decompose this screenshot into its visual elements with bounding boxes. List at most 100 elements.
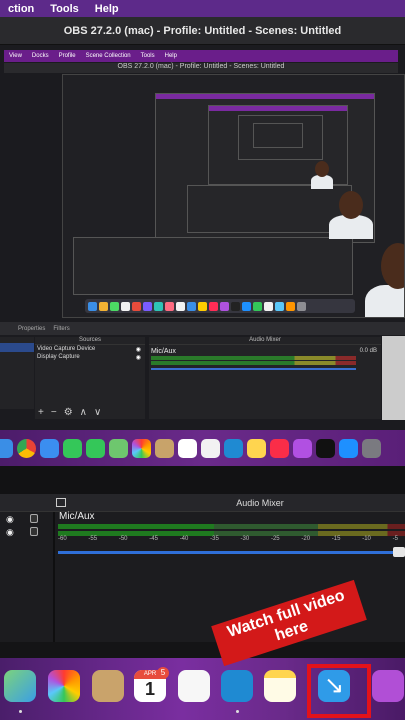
calendar-icon[interactable]: APR 1 5 — [134, 667, 169, 702]
photos-icon[interactable] — [132, 438, 151, 458]
menu-item-help[interactable]: Help — [87, 3, 127, 15]
source-settings-icon[interactable]: ⚙ — [64, 407, 73, 418]
inner-menu-profile[interactable]: Profile — [54, 53, 81, 59]
meter-scale: -60 -55 -50 -45 -40 -35 -30 -25 -20 -15 … — [58, 536, 398, 542]
reminders-icon[interactable] — [178, 670, 210, 702]
source-label: Video Capture Device — [37, 346, 96, 352]
facetime-icon[interactable] — [63, 438, 82, 458]
panel-divider[interactable] — [53, 512, 55, 642]
tv-icon[interactable] — [316, 438, 335, 458]
calendar-day: 1 — [144, 679, 155, 699]
calendar-icon[interactable] — [178, 438, 197, 458]
eye-icon[interactable]: ◉ — [6, 527, 14, 538]
audio-mixer-panel-small: Audio Mixer Mic/Aux 0.0 dB — [149, 337, 381, 419]
menu-item-collection[interactable]: ction — [0, 3, 42, 15]
bottom-strip — [0, 642, 405, 658]
preview-canvas[interactable] — [62, 74, 405, 318]
source-item[interactable]: Video Capture Device ◉ — [35, 345, 145, 353]
contacts-icon[interactable] — [155, 438, 174, 458]
sources-toolbar: + − ⚙ ∧ ∨ — [38, 407, 101, 418]
mail-icon[interactable] — [40, 438, 59, 458]
eye-icon[interactable]: ◉ — [136, 354, 141, 361]
nested-dock — [85, 299, 355, 313]
tick-label: -5 — [392, 536, 398, 542]
panel-tab-bar: Properties Filters — [0, 322, 405, 335]
inner-menu-docks[interactable]: Docks — [27, 53, 54, 59]
tick-label: -40 — [179, 536, 189, 542]
reminders-icon[interactable] — [201, 438, 220, 458]
add-source-button[interactable]: + — [38, 407, 44, 418]
vscode-icon[interactable] — [224, 438, 243, 458]
window-title-bar: OBS 27.2.0 (mac) - Profile: Untitled - S… — [0, 17, 405, 45]
move-down-button[interactable]: ∨ — [94, 407, 101, 418]
maps-icon[interactable] — [4, 670, 36, 702]
float-dock-icon[interactable] — [56, 498, 66, 507]
podcasts-icon[interactable] — [293, 438, 312, 458]
running-indicator — [19, 710, 22, 713]
remove-source-button[interactable]: − — [51, 407, 57, 418]
window-title: OBS 27.2.0 (mac) - Profile: Untitled - S… — [63, 24, 342, 37]
app-icon[interactable] — [372, 670, 404, 702]
volume-slider-handle[interactable] — [393, 547, 405, 557]
presenter-face-large — [381, 243, 404, 289]
presenter-face-small — [315, 161, 329, 177]
mic-aux-label: Mic/Aux — [151, 348, 176, 355]
tick-label: -20 — [301, 536, 311, 542]
dock-upper — [0, 430, 405, 466]
tick-label: -10 — [362, 536, 371, 542]
messages-icon[interactable] — [86, 438, 105, 458]
notes-icon[interactable] — [247, 438, 266, 458]
eye-icon[interactable]: ◉ — [6, 514, 14, 525]
volume-slider-track[interactable] — [58, 551, 405, 554]
running-indicator — [236, 710, 239, 713]
inner-menu-scene-collection[interactable]: Scene Collection — [81, 53, 136, 59]
tab-properties[interactable]: Properties — [18, 326, 45, 332]
volume-meter-left — [58, 524, 405, 529]
chrome-icon[interactable] — [17, 438, 36, 458]
inner-menu-view[interactable]: View — [4, 53, 27, 59]
nested-panels — [73, 237, 353, 295]
eye-icon[interactable]: ◉ — [136, 346, 141, 353]
divider-strip — [0, 466, 405, 494]
contacts-icon[interactable] — [92, 670, 124, 702]
tick-label: -30 — [240, 536, 250, 542]
source-label: Display Capture — [37, 354, 80, 360]
scene-item-selected[interactable] — [0, 343, 34, 352]
scenes-panel — [0, 337, 34, 409]
sources-header: Sources — [35, 337, 145, 345]
tab-filters[interactable]: Filters — [53, 326, 69, 332]
vscode-icon[interactable] — [221, 670, 253, 702]
inner-menu-help[interactable]: Help — [160, 53, 182, 59]
tick-label: -50 — [118, 536, 128, 542]
presenter-figure-small — [311, 175, 333, 189]
nested-preview-4 — [253, 123, 303, 148]
volume-slider[interactable] — [151, 368, 356, 370]
lock-icon[interactable] — [30, 527, 38, 536]
maps-icon[interactable] — [109, 438, 128, 458]
app-icon[interactable] — [362, 438, 381, 458]
presenter-figure-large — [365, 285, 404, 317]
music-icon[interactable] — [270, 438, 289, 458]
audio-mixer-header: Audio Mixer — [149, 337, 381, 345]
tick-label: -25 — [270, 536, 280, 542]
db-readout: 0.0 dB — [359, 348, 377, 354]
tick-label: -45 — [149, 536, 158, 542]
notification-badge: 5 — [157, 667, 169, 679]
appstore-icon[interactable] — [339, 438, 358, 458]
presenter-face-medium — [339, 191, 363, 219]
inner-menu-tools[interactable]: Tools — [136, 53, 160, 59]
mac-menu-bar: ction Tools Help — [0, 0, 405, 17]
lock-icon[interactable] — [30, 514, 38, 523]
move-up-button[interactable]: ∧ — [80, 407, 87, 418]
photos-icon[interactable] — [48, 670, 80, 702]
tick-label: -15 — [331, 536, 341, 542]
nested-preview-5 — [187, 185, 352, 233]
menu-item-tools[interactable]: Tools — [42, 3, 87, 15]
tick-label: -35 — [210, 536, 219, 542]
app-icon[interactable] — [0, 438, 13, 458]
volume-meter — [151, 356, 356, 360]
highlight-box — [307, 664, 371, 718]
source-item[interactable]: Display Capture ◉ — [35, 353, 145, 361]
notes-icon[interactable] — [264, 670, 296, 702]
inner-window-title: OBS 27.2.0 (mac) - Profile: Untitled - S… — [4, 63, 398, 73]
